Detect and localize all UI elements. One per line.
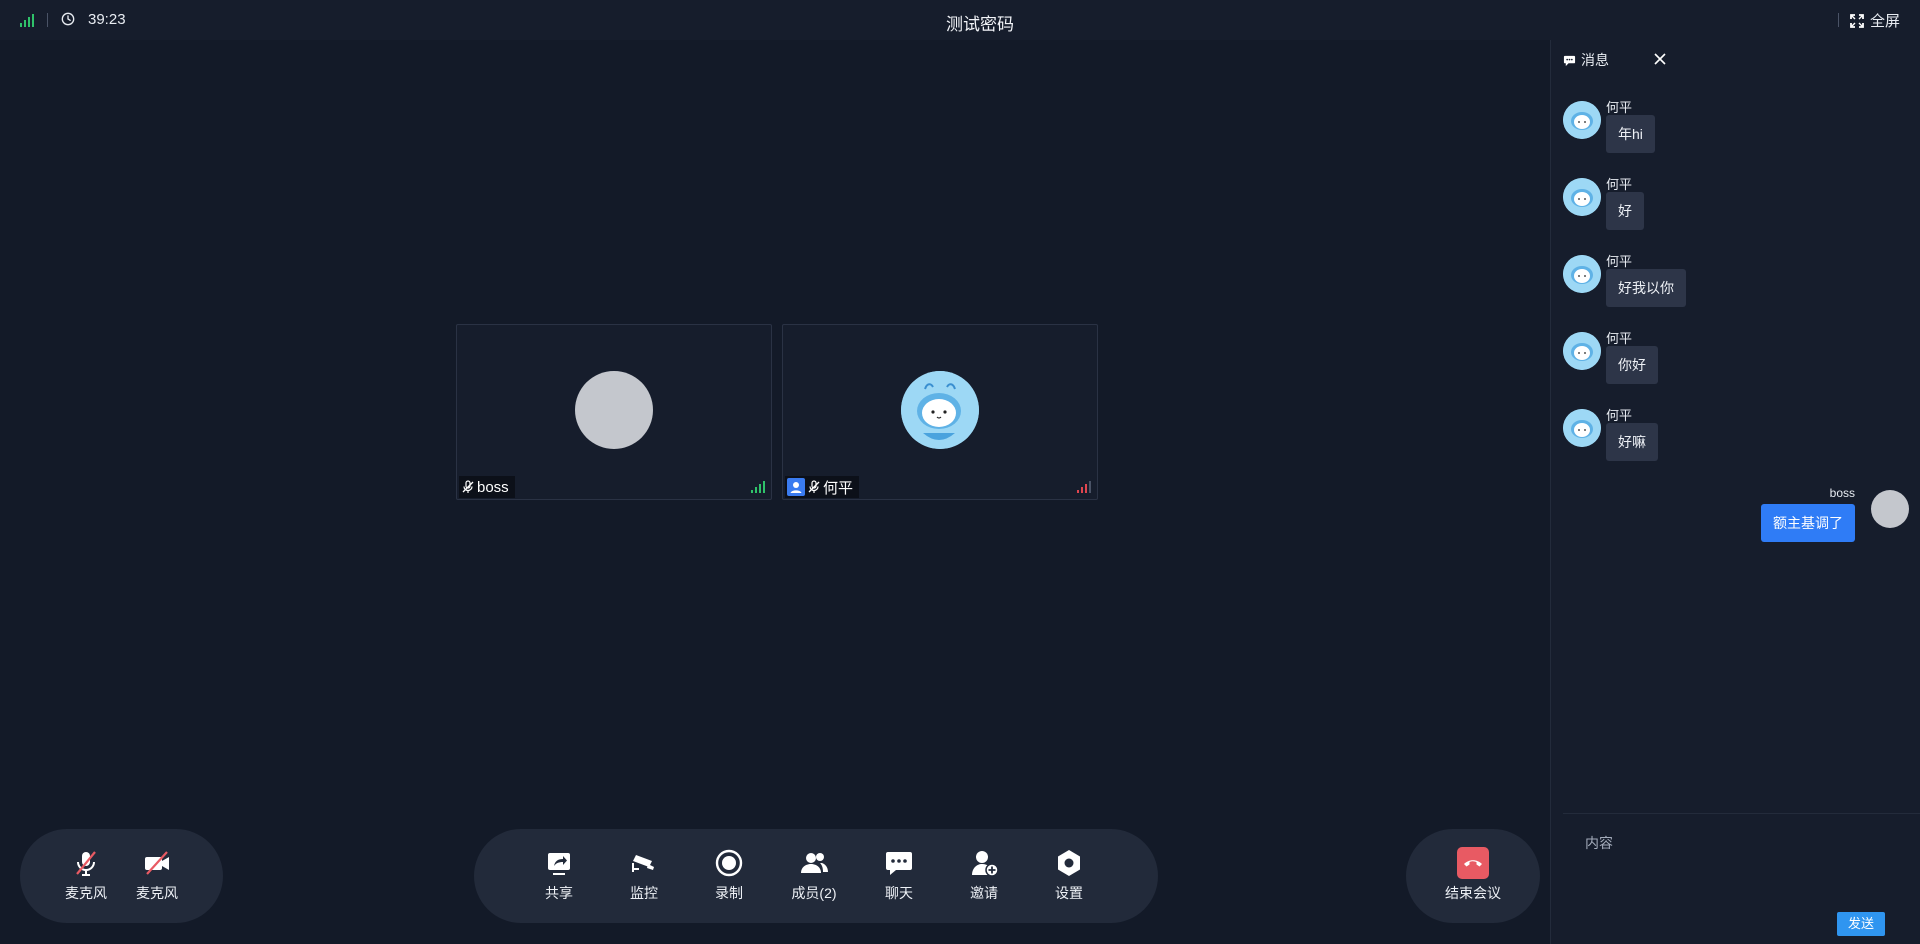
avatar bbox=[1563, 409, 1601, 447]
end-meeting-button[interactable]: 结束会议 bbox=[1408, 847, 1538, 903]
microphone-toggle-button[interactable]: 麦克风 bbox=[51, 847, 121, 903]
chat-panel: 消息 何平 年hi 何平 好 何平 好我以你 何平 你好 何平 好嘛 boss … bbox=[1550, 40, 1920, 944]
video-tile-heping[interactable]: 何平 bbox=[782, 324, 1098, 500]
invite-button[interactable]: 邀请 bbox=[949, 847, 1019, 903]
avatar bbox=[1563, 255, 1601, 293]
chat-input[interactable] bbox=[1583, 834, 1887, 852]
sender-name: 何平 bbox=[1606, 254, 1633, 269]
camera-toggle-button[interactable]: 麦克风 bbox=[122, 847, 192, 903]
divider bbox=[1838, 13, 1839, 27]
camera-monitor-icon bbox=[632, 855, 654, 872]
chat-icon bbox=[886, 852, 912, 875]
message-bubble: 好我以你 bbox=[1606, 269, 1686, 307]
sender-name: 何平 bbox=[1606, 177, 1633, 192]
sender-name: 何平 bbox=[1606, 408, 1633, 423]
avatar bbox=[1563, 101, 1601, 139]
camera-label: 麦克风 bbox=[136, 885, 178, 901]
meeting-title: 测试密码 bbox=[946, 15, 1014, 34]
avatar bbox=[1871, 490, 1909, 528]
microphone-label: 麦克风 bbox=[65, 885, 107, 901]
mic-off-icon bbox=[808, 480, 820, 493]
invite-icon bbox=[972, 851, 999, 877]
top-bar: 39:23 测试密码 全屏 bbox=[0, 0, 1920, 40]
share-button[interactable]: 共享 bbox=[524, 847, 594, 903]
chat-button[interactable]: 聊天 bbox=[864, 847, 934, 903]
hangup-icon bbox=[1457, 847, 1489, 879]
record-button[interactable]: 录制 bbox=[694, 847, 764, 903]
fullscreen-button[interactable]: 全屏 bbox=[1850, 10, 1900, 31]
cartoon-avatar-icon bbox=[901, 371, 979, 449]
members-icon bbox=[801, 853, 828, 873]
mic-off-icon bbox=[462, 480, 474, 493]
share-icon bbox=[548, 853, 570, 875]
settings-label: 设置 bbox=[1055, 885, 1083, 901]
message-bubble: 好 bbox=[1606, 192, 1644, 230]
video-tile-boss[interactable]: boss bbox=[456, 324, 772, 500]
monitor-label: 监控 bbox=[630, 885, 658, 901]
user-icon bbox=[787, 478, 805, 496]
record-label: 录制 bbox=[715, 885, 743, 901]
monitor-button[interactable]: 监控 bbox=[609, 847, 679, 903]
mic-off-icon bbox=[76, 851, 96, 876]
avatar bbox=[1563, 178, 1601, 216]
sender-name: 何平 bbox=[1606, 331, 1633, 346]
message-bubble: 好嘛 bbox=[1606, 423, 1658, 461]
send-button[interactable]: 发送 bbox=[1837, 912, 1885, 936]
signal-good-icon bbox=[751, 481, 765, 493]
settings-icon bbox=[1058, 850, 1080, 876]
tile-name-label: boss bbox=[459, 476, 515, 498]
sender-name: boss bbox=[1829, 486, 1855, 500]
main-toolbar: 共享 监控 录制 成员(2) 聊天 邀请 设置 bbox=[474, 829, 1158, 923]
close-icon[interactable] bbox=[1651, 50, 1669, 68]
own-chat-message: boss 额主基调了 bbox=[1609, 486, 1909, 546]
fullscreen-label: 全屏 bbox=[1870, 13, 1901, 30]
message-icon bbox=[1563, 55, 1576, 66]
signal-poor-icon bbox=[1077, 481, 1091, 493]
chat-title: 消息 bbox=[1581, 52, 1609, 68]
message-bubble: 年hi bbox=[1606, 115, 1655, 153]
end-meeting-label: 结束会议 bbox=[1445, 885, 1501, 901]
media-controls: 麦克风 麦克风 bbox=[20, 829, 223, 923]
camera-off-icon bbox=[145, 851, 169, 875]
chat-label: 聊天 bbox=[885, 885, 913, 901]
avatar bbox=[575, 371, 653, 449]
fullscreen-icon bbox=[1850, 13, 1864, 28]
settings-button[interactable]: 设置 bbox=[1034, 847, 1104, 903]
record-icon bbox=[715, 849, 743, 877]
participant-name: 何平 bbox=[823, 479, 854, 497]
divider bbox=[1563, 813, 1920, 814]
members-button[interactable]: 成员(2) bbox=[779, 847, 849, 903]
message-bubble: 额主基调了 bbox=[1761, 504, 1855, 542]
chat-header: 消息 bbox=[1563, 50, 1609, 70]
message-bubble: 你好 bbox=[1606, 346, 1658, 384]
participant-name: boss bbox=[477, 478, 509, 496]
share-label: 共享 bbox=[545, 885, 573, 901]
sender-name: 何平 bbox=[1606, 100, 1633, 115]
members-label: 成员(2) bbox=[791, 885, 837, 901]
end-meeting-panel: 结束会议 bbox=[1406, 829, 1540, 923]
avatar bbox=[1563, 332, 1601, 370]
tile-name-label: 何平 bbox=[785, 476, 860, 498]
invite-label: 邀请 bbox=[970, 885, 998, 901]
avatar bbox=[901, 371, 979, 449]
